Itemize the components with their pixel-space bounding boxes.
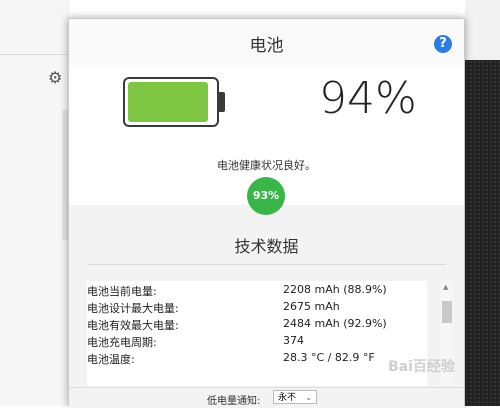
row-key: 电池当前电量: [87,285,157,298]
title-bar: 电池 ? [69,19,464,66]
row-key: 电池设计最大电量: [87,302,179,315]
background-desktop [465,0,500,406]
battery-percent: 94% [319,73,417,124]
row-value: 2208 mAh (88.9%) [283,283,387,296]
row-key: 电池有效最大电量: [87,319,179,332]
battery-terminal [219,92,225,112]
row-value: 2675 mAh [283,300,340,313]
row-value: 374 [283,334,304,347]
battery-dialog: 电池 ? 94% 电池健康状况良好。 93% 技术数据 电池当前电量: 2208… [68,18,465,408]
row-key: 电池充电周期: [87,336,157,349]
battery-overview: 94% 电池健康状况良好。 93% [69,65,464,215]
gear-icon[interactable]: ⚙ [48,68,62,87]
background-shade [465,0,500,60]
scrollbar-thumb[interactable] [442,301,452,323]
divider [0,54,70,55]
chevron-up-icon[interactable]: ▲ [443,283,448,291]
health-badge: 93% [247,177,285,215]
background-app-panel: ⚙ [0,0,70,406]
divider [87,264,446,265]
row-value: 28.3 °C / 82.9 °F [283,351,375,364]
section-title: 技术数据 [234,237,299,256]
dialog-title: 电池 [249,36,284,56]
table-row: 电池温度: 28.3 °C / 82.9 °F [87,349,427,366]
health-status-text: 电池健康状况良好。 [217,159,316,172]
help-icon[interactable]: ? [434,35,452,53]
footer-bar: 低电量通知: 永不 ⌄ [69,387,464,408]
select-value: 永不 [278,393,297,403]
row-value: 2484 mAh (92.9%) [283,317,387,330]
table-row: 电池有效最大电量: 2484 mAh (92.9%) [87,315,427,332]
table-row: 电池当前电量: 2208 mAh (88.9%) [87,281,427,298]
watermark: Bai百经验 [388,359,455,375]
battery-fill [128,82,209,122]
battery-icon [123,77,225,127]
table-row: 电池充电周期: 374 [87,332,427,349]
chevron-down-icon: ⌄ [305,393,312,402]
low-battery-notice-select[interactable]: 永不 ⌄ [273,390,317,404]
tech-data-table: 电池当前电量: 2208 mAh (88.9%) 电池设计最大电量: 2675 … [87,281,427,386]
table-row: 电池设计最大电量: 2675 mAh [87,298,427,315]
row-key: 电池温度: [87,353,135,366]
low-battery-notice-label: 低电量通知: [207,396,261,407]
